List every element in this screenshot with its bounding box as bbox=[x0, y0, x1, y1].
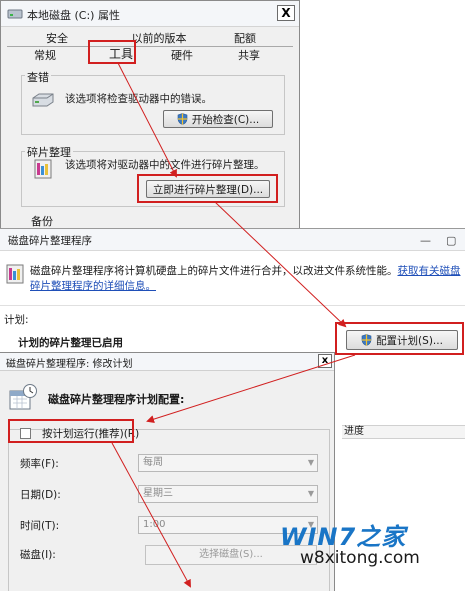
chevron-down-icon: ▼ bbox=[307, 489, 314, 498]
schedule-label: 计划: bbox=[4, 314, 29, 326]
tab-quota[interactable]: 配额 bbox=[217, 31, 273, 46]
tab-divider bbox=[7, 46, 293, 47]
schedule-status: 计划的碎片整理已启用 bbox=[18, 337, 123, 349]
tab-sharing[interactable]: 共享 bbox=[223, 48, 275, 63]
maximize-button[interactable]: ▢ bbox=[446, 234, 456, 247]
check-now-label: 开始检查(C)... bbox=[191, 113, 260, 126]
day-select[interactable]: 星期三 ▼ bbox=[138, 485, 318, 503]
calendar-clock-icon bbox=[9, 384, 37, 410]
modify-titlebar: 磁盘碎片整理程序: 修改计划 x bbox=[0, 353, 334, 371]
defrag-description: 该选项将对驱动器中的文件进行碎片整理。 bbox=[65, 159, 265, 171]
error-check-description: 该选项将检查驱动器中的错误。 bbox=[65, 93, 212, 105]
disks-label: 磁盘(I): bbox=[20, 549, 56, 561]
minimize-button[interactable]: — bbox=[420, 234, 431, 247]
frequency-select[interactable]: 每周 ▼ bbox=[138, 454, 318, 472]
backup-title: 备份 bbox=[29, 213, 55, 229]
day-label: 日期(D): bbox=[20, 489, 61, 501]
time-label: 时间(T): bbox=[20, 520, 60, 532]
tab-security[interactable]: 安全 bbox=[29, 31, 85, 46]
defrag-intro: 磁盘碎片整理程序将计算机硬盘上的碎片文件进行合并，以改进文件系统性能。获取有关磁… bbox=[30, 264, 462, 294]
defrag-app-icon bbox=[6, 264, 24, 284]
modify-title: 磁盘碎片整理程序: 修改计划 bbox=[6, 359, 133, 370]
error-check-title: 查错 bbox=[25, 69, 51, 85]
tab-general[interactable]: 常规 bbox=[21, 48, 69, 63]
defrag-intro-text: 磁盘碎片整理程序将计算机硬盘上的碎片文件进行合并，以改进文件系统性能。 bbox=[30, 265, 398, 277]
properties-title: 本地磁盘 (C:) 属性 bbox=[27, 9, 120, 22]
day-value: 星期三 bbox=[143, 488, 173, 499]
modify-schedule-window: 磁盘碎片整理程序: 修改计划 x 磁盘碎片整理程序计划配置: 按计划运行(推荐)… bbox=[0, 352, 335, 591]
drive-icon bbox=[7, 9, 23, 19]
time-value: 1:00 bbox=[143, 519, 166, 530]
defrag-separator bbox=[0, 305, 465, 306]
properties-window: 本地磁盘 (C:) 属性 X 安全 以前的版本 配额 常规 工具 硬件 共享 查… bbox=[0, 0, 300, 240]
defrag-title: 磁盘碎片整理程序 bbox=[8, 235, 92, 247]
shield-icon bbox=[177, 113, 188, 125]
frequency-value: 每周 bbox=[143, 457, 163, 468]
highlight-tools-tab bbox=[88, 40, 136, 64]
hard-drive-icon bbox=[32, 93, 54, 107]
close-button[interactable]: x bbox=[318, 354, 332, 368]
progress-column-header[interactable]: 进度 bbox=[342, 425, 465, 439]
chevron-down-icon: ▼ bbox=[307, 458, 314, 467]
watermark-logo: WIN7之家 bbox=[280, 523, 407, 551]
defrag-titlebar: 磁盘碎片整理程序 — ▢ bbox=[0, 229, 465, 251]
watermark-site: w8xitong.com bbox=[300, 548, 420, 568]
close-button[interactable]: X bbox=[277, 5, 295, 21]
check-now-button[interactable]: 开始检查(C)... bbox=[163, 110, 273, 128]
defrag-icon bbox=[34, 159, 52, 179]
properties-titlebar: 本地磁盘 (C:) 属性 X bbox=[1, 1, 299, 27]
frequency-label: 频率(F): bbox=[20, 458, 59, 470]
modify-heading: 磁盘碎片整理程序计划配置: bbox=[48, 393, 185, 406]
highlight-run-on-schedule bbox=[8, 419, 134, 443]
highlight-defragment-button bbox=[137, 174, 278, 203]
highlight-configure-button bbox=[335, 322, 464, 355]
tab-hardware[interactable]: 硬件 bbox=[156, 48, 208, 63]
